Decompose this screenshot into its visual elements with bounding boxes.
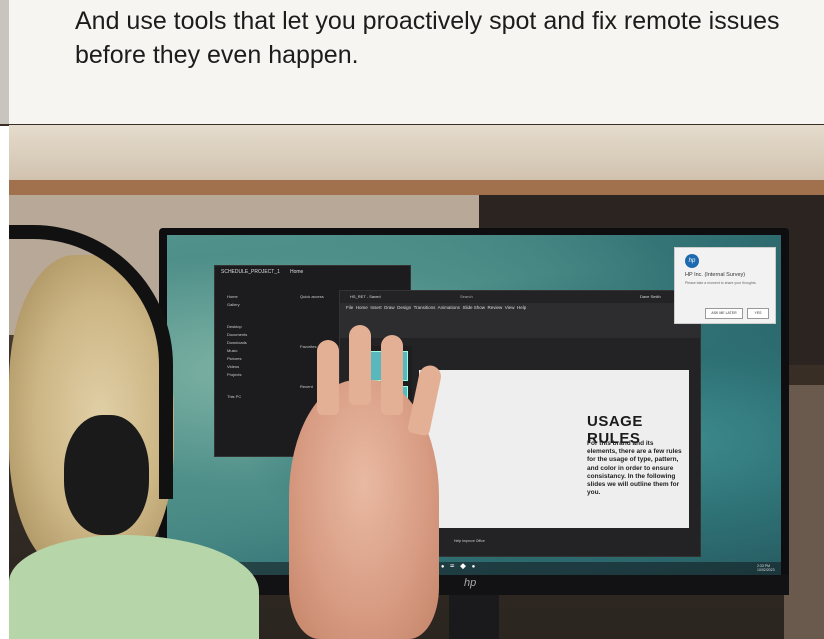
survey-popup[interactable]: hp HP Inc. (Internal Survey) Please take…	[674, 247, 776, 324]
ppt-menu-review[interactable]: Review	[487, 305, 502, 310]
file-explorer-tab[interactable]: Home	[290, 269, 303, 275]
nav-item-downloads[interactable]: Downloads	[227, 340, 247, 345]
slide-body: For this brand and its elements, there a…	[587, 440, 682, 497]
nav-item-videos[interactable]: Videos	[227, 364, 239, 369]
ppt-menu-help[interactable]: Help	[517, 305, 526, 310]
ppt-menu-bar: File Home Insert Draw Design Transitions…	[346, 305, 526, 310]
nav-item-projects[interactable]: Projects	[227, 372, 241, 377]
nav-item-gallery[interactable]: Gallery	[227, 302, 240, 307]
hp-logo-icon: hp	[685, 254, 699, 268]
photo-frame-edge	[0, 0, 9, 125]
nav-item-music[interactable]: Music	[227, 348, 237, 353]
nav-item-pictures[interactable]: Pictures	[227, 356, 241, 361]
nav-item-this-pc[interactable]: This PC	[227, 394, 241, 399]
mail-icon[interactable]: ✉	[450, 564, 456, 570]
teams-icon[interactable]: ●	[472, 564, 478, 570]
survey-description: Please take a moment to share your thoug…	[685, 281, 757, 285]
ppt-menu-transitions[interactable]: Transitions	[414, 305, 436, 310]
slide-canvas[interactable]: USAGE RULES For this brand and its eleme…	[419, 370, 689, 528]
ppt-file-name: HS_RET - Saved	[350, 294, 381, 299]
ppt-menu-insert[interactable]: Insert	[370, 305, 381, 310]
ppt-status-text[interactable]: Help Improve Office	[454, 539, 485, 543]
ppt-menu-view[interactable]: View	[505, 305, 515, 310]
edge-icon[interactable]: ●	[441, 564, 447, 570]
file-explorer-title: SCHEDULE_PROJECT_1	[221, 269, 280, 275]
finger	[381, 335, 403, 415]
ppt-menu-design[interactable]: Design	[397, 305, 411, 310]
finger	[349, 325, 371, 405]
taskbar-clock[interactable]: 2:33 PM 10/02/2023	[757, 564, 775, 572]
monitor-stand	[449, 595, 499, 639]
ppt-menu-draw[interactable]: Draw	[384, 305, 395, 310]
ask-later-button[interactable]: ASK ME LATER	[705, 308, 743, 319]
finger	[317, 340, 339, 415]
ppt-search-input[interactable]: Search	[460, 294, 473, 299]
nav-item-home[interactable]: Home	[227, 294, 238, 299]
ppt-ribbon: File Home Insert Draw Design Transitions…	[340, 303, 700, 338]
ppt-user-name[interactable]: Dave Smith	[640, 294, 661, 299]
text-panel: And use tools that let you proactively s…	[0, 0, 824, 125]
clock-date: 10/02/2023	[757, 568, 775, 572]
store-icon[interactable]: ◆	[460, 564, 468, 570]
office-photo: SCHEDULE_PROJECT_1 Home Home Gallery Des…	[9, 125, 824, 639]
nav-item-documents[interactable]: Documents	[227, 332, 247, 337]
section-recent: Recent	[300, 384, 313, 389]
section-favorites: Favorites	[300, 344, 317, 349]
desk-edge	[784, 385, 824, 639]
hp-brand-logo: hp	[464, 577, 477, 589]
nav-item-desktop[interactable]: Desktop	[227, 324, 242, 329]
section-quick-access: Quick access	[300, 294, 324, 299]
headphone-ear-cup	[64, 415, 149, 535]
ppt-menu-slideshow[interactable]: Slide Show	[462, 305, 485, 310]
yes-button[interactable]: YES	[747, 308, 769, 319]
headline: And use tools that let you proactively s…	[75, 7, 780, 69]
ppt-menu-animations[interactable]: Animations	[438, 305, 460, 310]
ppt-menu-file[interactable]: File	[346, 305, 353, 310]
ppt-menu-home[interactable]: Home	[356, 305, 368, 310]
survey-title: HP Inc. (Internal Survey)	[685, 272, 746, 278]
